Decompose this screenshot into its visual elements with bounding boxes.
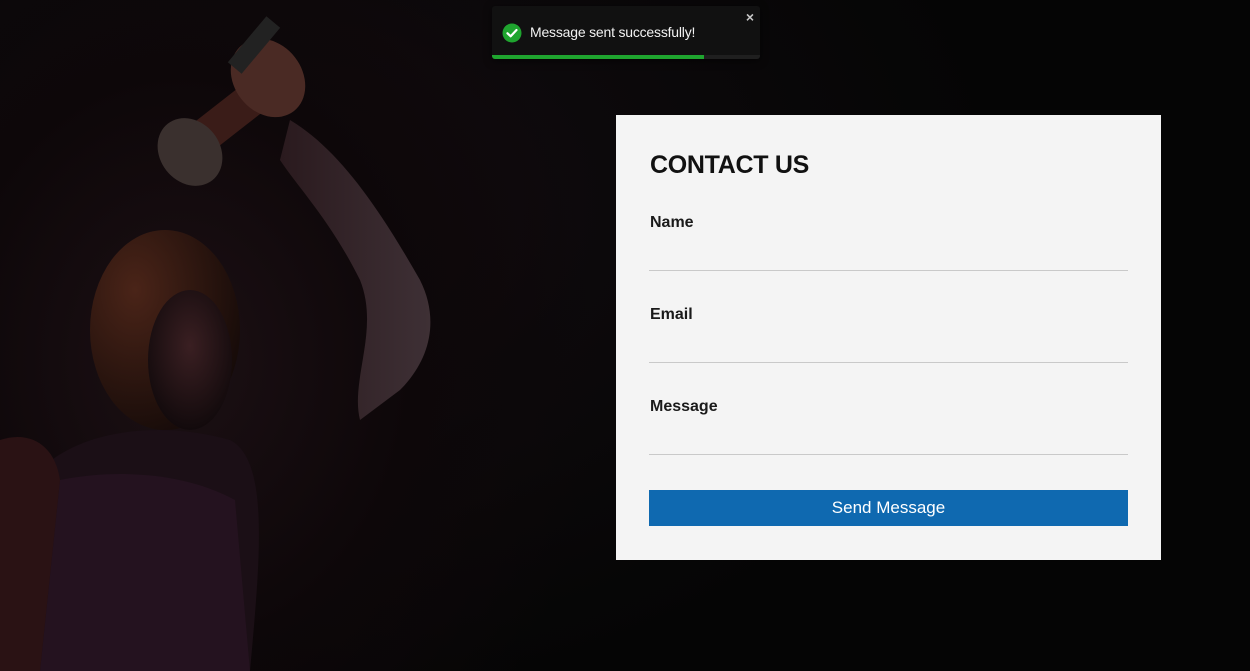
- page-background: Message sent successfully! × CONTACT US …: [0, 0, 1250, 671]
- message-label: Message: [650, 398, 718, 415]
- name-label: Name: [650, 214, 694, 231]
- toast-progress-track: [492, 55, 760, 59]
- name-field[interactable]: [649, 242, 1128, 271]
- check-circle-icon: [502, 23, 522, 43]
- success-toast: Message sent successfully! ×: [492, 6, 760, 59]
- contact-form-card: CONTACT US Name Email Message Send Messa…: [616, 115, 1161, 560]
- message-field[interactable]: [649, 426, 1128, 455]
- tank-top-shape: [40, 474, 250, 671]
- raised-arm-shape: [280, 120, 431, 420]
- face-shape: [148, 290, 232, 430]
- email-label: Email: [650, 306, 693, 323]
- toast-progress-bar: [492, 55, 704, 59]
- hero-photo: [0, 16, 431, 671]
- toast-message: Message sent successfully!: [530, 24, 696, 40]
- send-message-button[interactable]: Send Message: [649, 490, 1128, 526]
- close-icon[interactable]: ×: [746, 9, 754, 25]
- contact-title: CONTACT US: [650, 151, 810, 179]
- email-field[interactable]: [649, 334, 1128, 363]
